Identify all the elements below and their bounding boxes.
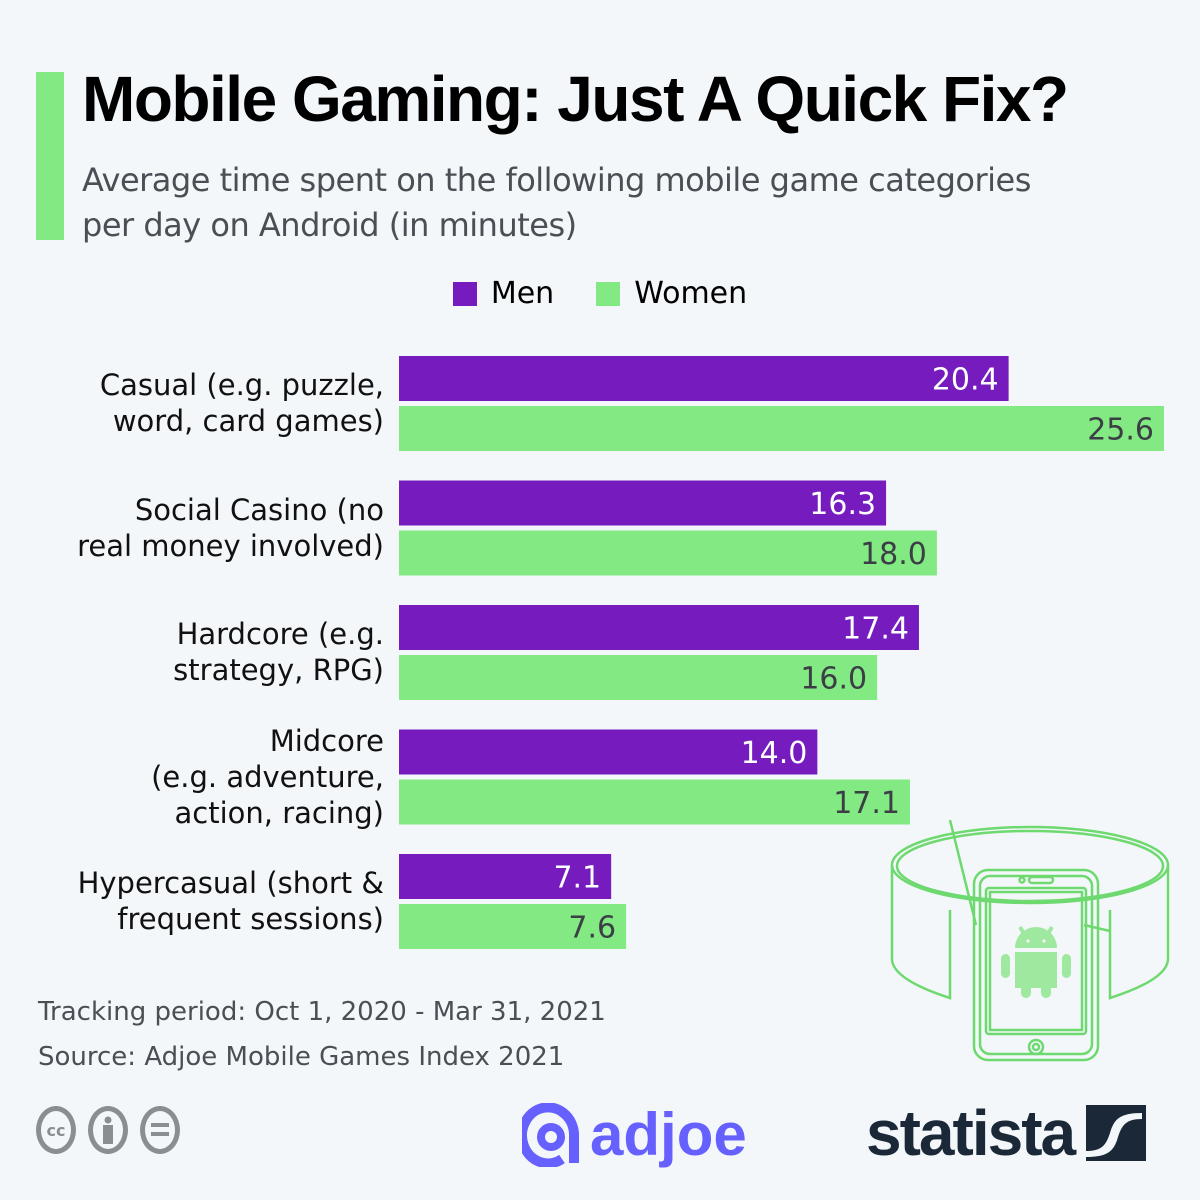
bar-women (399, 406, 1164, 451)
data-label-men: 17.4 (842, 612, 909, 647)
bar-men (399, 356, 1009, 401)
cc-icon[interactable]: cc (36, 1106, 76, 1154)
tracking-period: Tracking period: Oct 1, 2020 - Mar 31, 2… (38, 997, 606, 1027)
data-label-women: 16.0 (800, 662, 867, 697)
no-derivatives-icon[interactable] (140, 1106, 180, 1154)
phone-home-button (1027, 1038, 1045, 1056)
data-label-men: 14.0 (741, 736, 808, 771)
adjoe-at-icon (522, 1102, 580, 1167)
source-note: Source: Adjoe Mobile Games Index 2021 (38, 1042, 565, 1072)
android-robot-icon (1001, 925, 1071, 998)
adjoe-logo[interactable]: adjoe (522, 1100, 747, 1169)
data-label-women: 7.6 (568, 911, 616, 946)
data-label-women: 18.0 (860, 537, 927, 572)
data-label-men: 16.3 (809, 487, 876, 522)
band-top-inner (895, 829, 1165, 903)
bar-men (399, 605, 919, 650)
adjoe-wordmark: adjoe (590, 1101, 747, 1168)
attribution-icon[interactable] (88, 1106, 128, 1154)
license-icons: cc (36, 1106, 180, 1154)
bar-women (399, 530, 937, 576)
statista-wordmark: statista (866, 1097, 1076, 1169)
android-phone-illustration (890, 820, 1170, 1062)
statista-logo[interactable]: statista (866, 1096, 1147, 1170)
data-label-women: 17.1 (833, 786, 900, 821)
data-label-men: 20.4 (932, 363, 999, 398)
data-label-men: 7.1 (553, 861, 601, 896)
data-label-women: 25.6 (1087, 413, 1154, 448)
footer-notes: Tracking period: Oct 1, 2020 - Mar 31, 2… (38, 990, 606, 1080)
statista-mark-icon (1086, 1105, 1147, 1161)
